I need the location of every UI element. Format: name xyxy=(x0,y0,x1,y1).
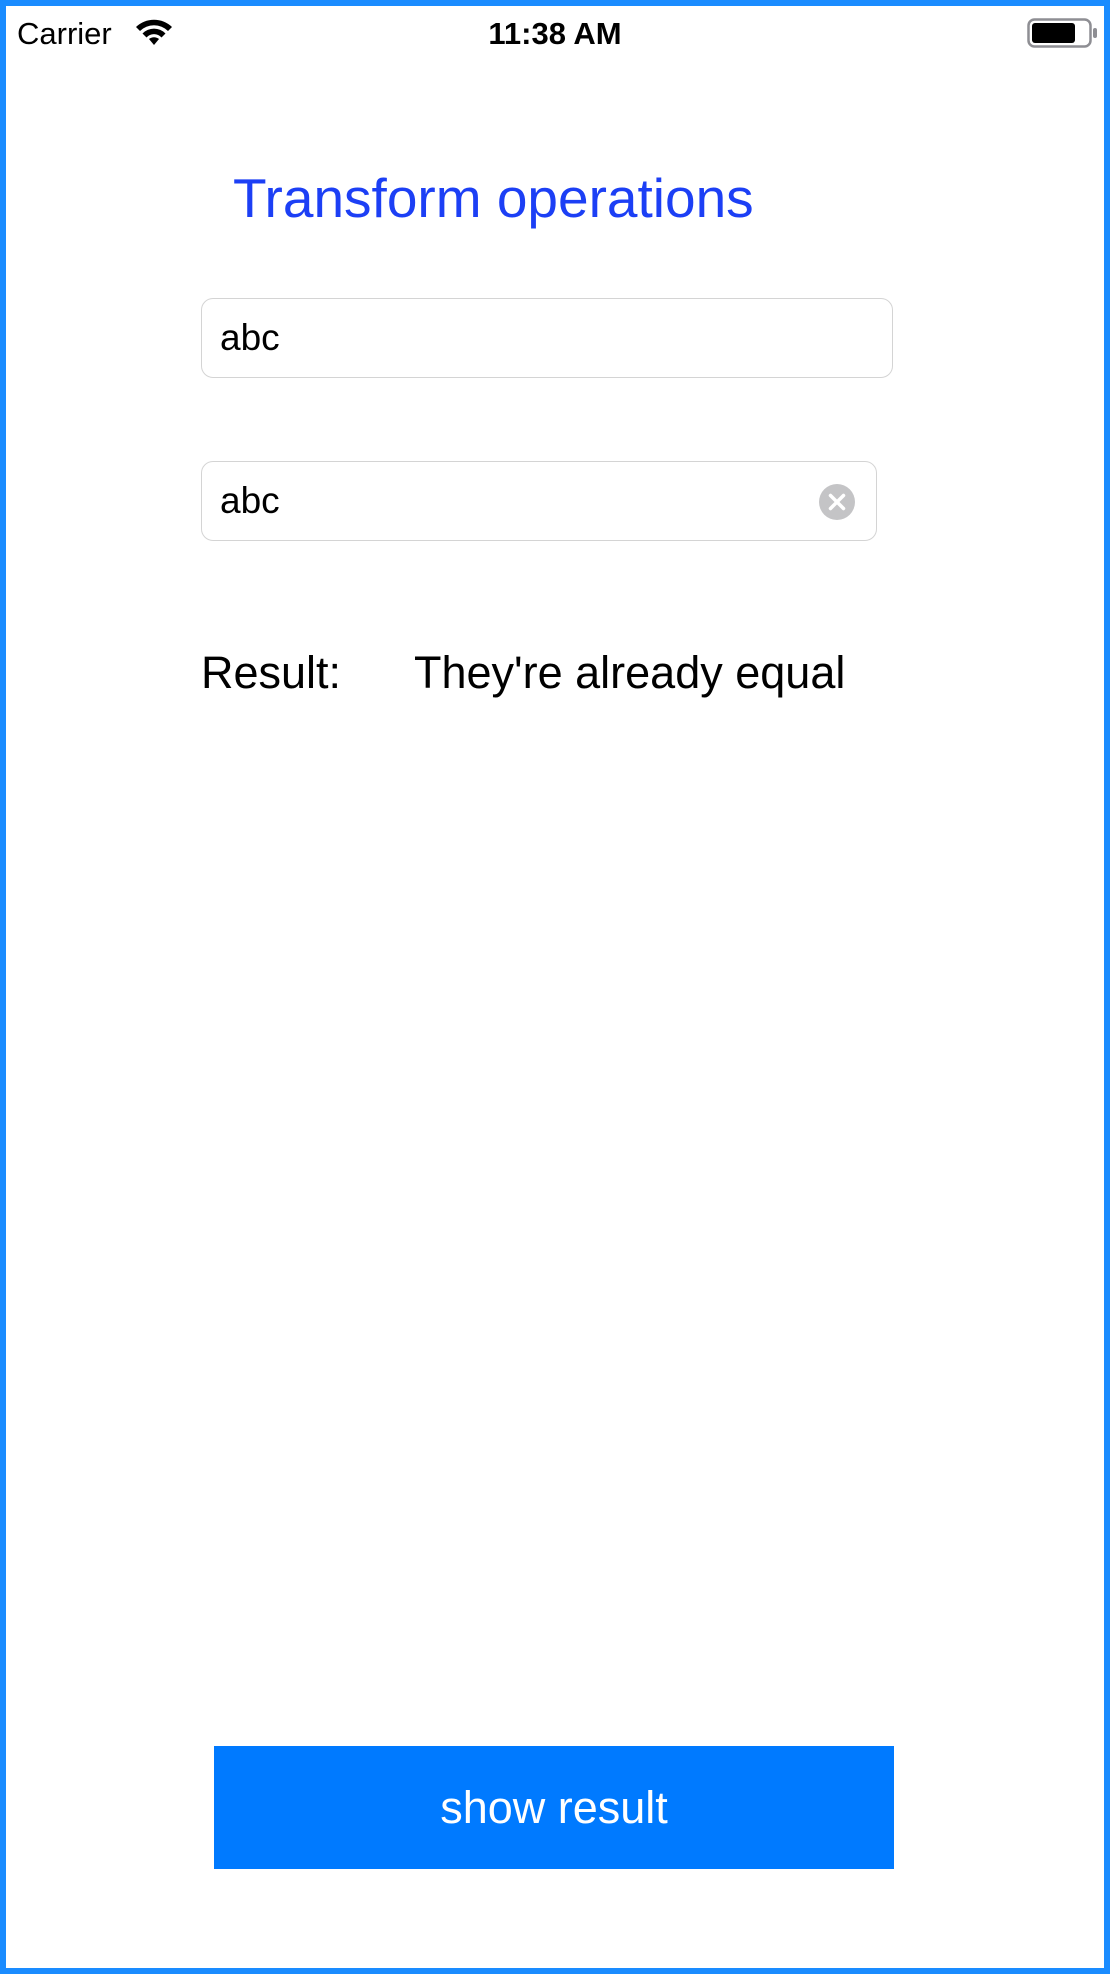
result-label: Result: xyxy=(201,647,342,698)
show-result-button[interactable]: show result xyxy=(214,1746,894,1869)
battery-icon xyxy=(1027,18,1097,48)
second-string-field[interactable] xyxy=(201,461,877,541)
device-frame: Carrier 11:38 AM Transform operations Re… xyxy=(0,0,1110,1974)
first-string-field[interactable] xyxy=(201,298,893,378)
clear-circle-icon[interactable] xyxy=(818,483,856,521)
second-string-input[interactable] xyxy=(220,462,804,540)
result-value: They're already equal xyxy=(414,647,846,698)
first-string-input[interactable] xyxy=(220,299,820,377)
status-time: 11:38 AM xyxy=(488,16,622,51)
page-title: Transform operations xyxy=(233,167,754,229)
status-bar: Carrier 11:38 AM xyxy=(6,6,1104,58)
